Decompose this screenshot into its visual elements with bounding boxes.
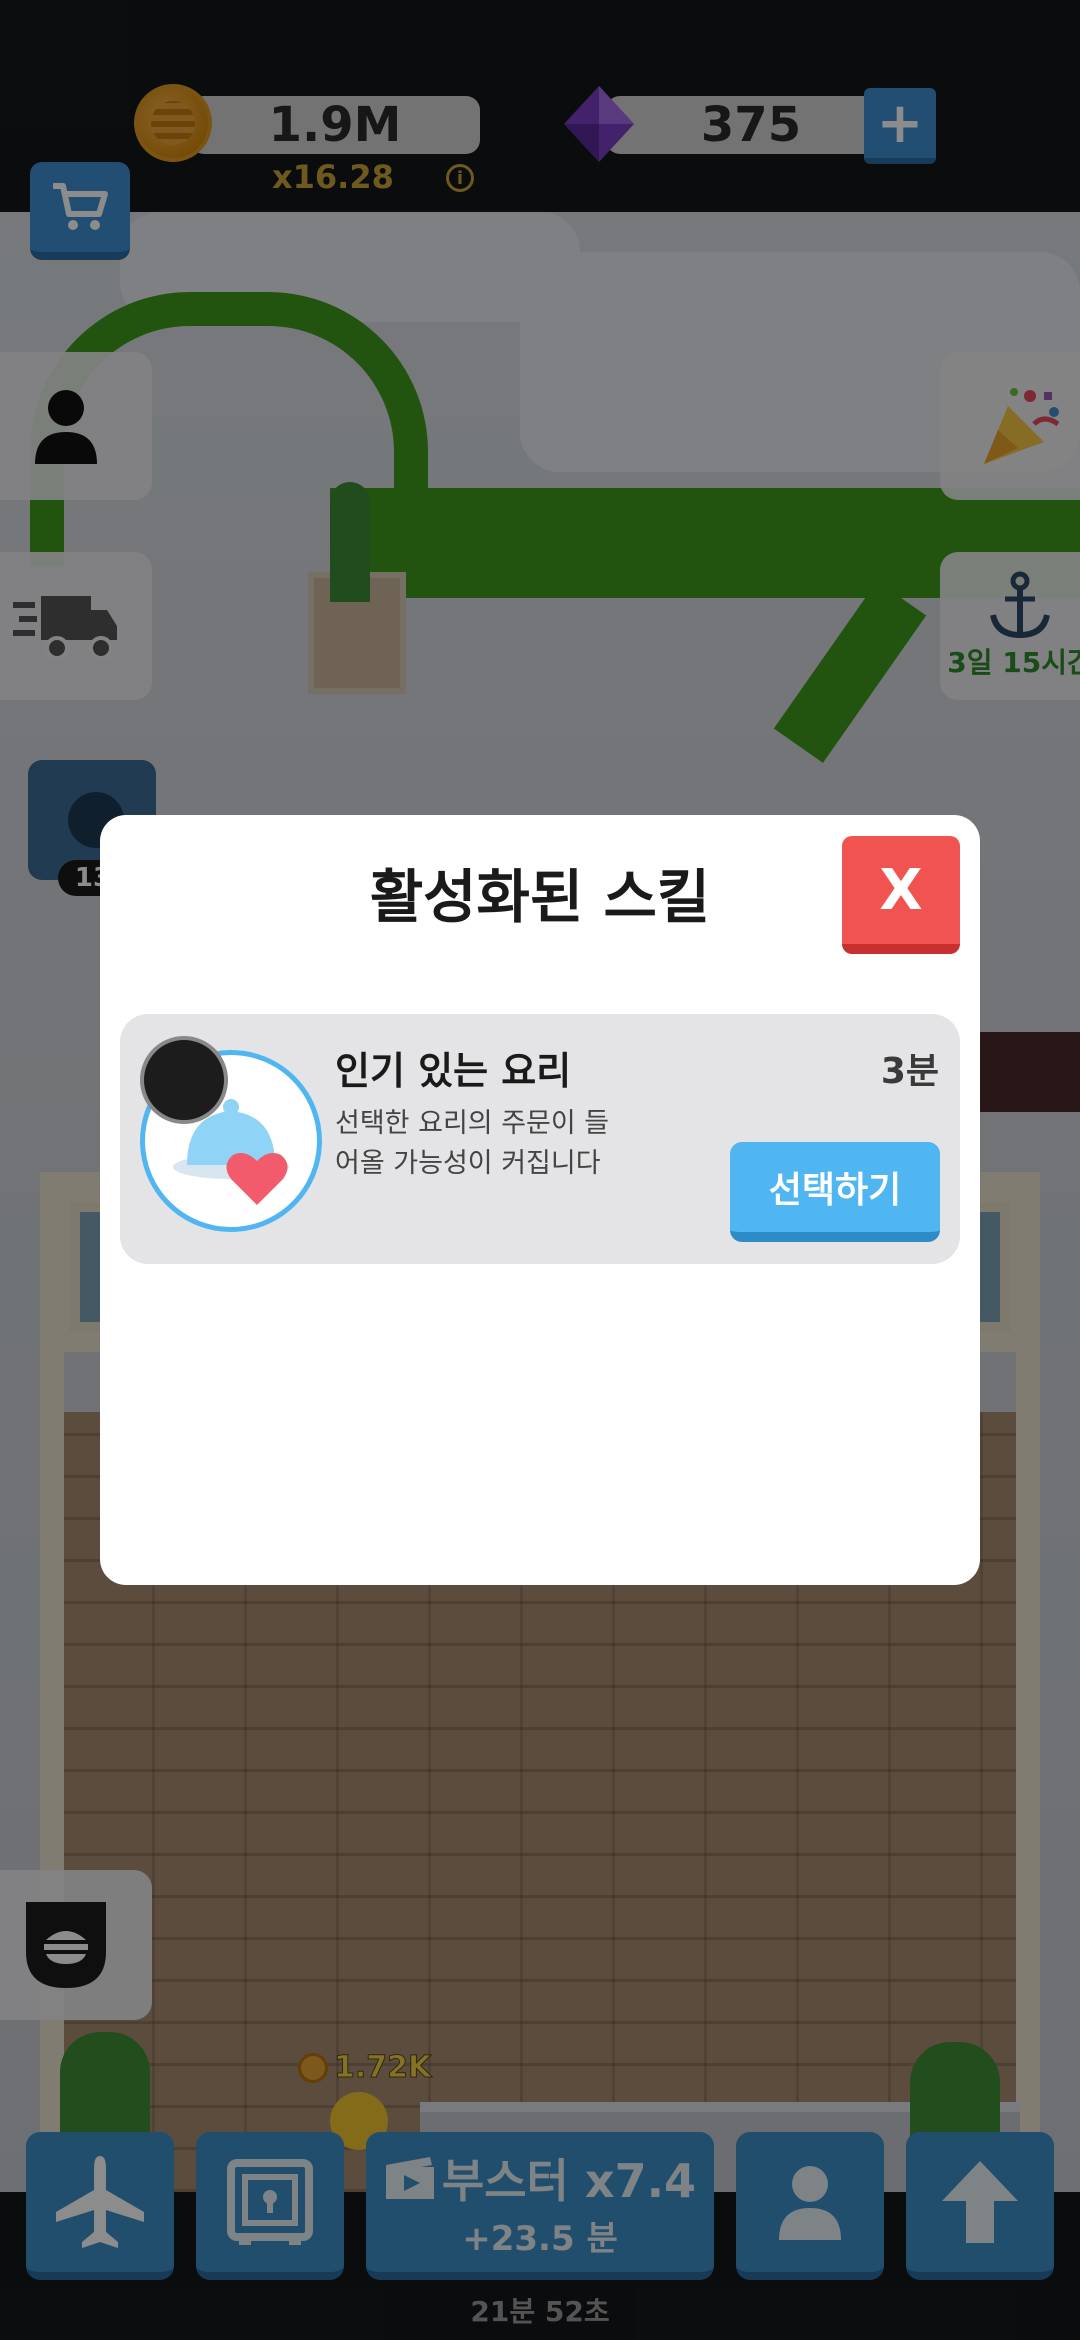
select-skill-button[interactable]: 선택하기	[730, 1142, 940, 1242]
skill-duration: 3분	[880, 1051, 939, 1092]
skill-timer-dot	[140, 1036, 228, 1124]
close-icon: X	[879, 857, 923, 923]
skill-name: 인기 있는 요리	[335, 1049, 572, 1093]
close-button[interactable]: X	[842, 836, 960, 954]
skill-description: 선택한 요리의 주문이 들 어올 가능성이 커집니다	[335, 1108, 610, 1179]
